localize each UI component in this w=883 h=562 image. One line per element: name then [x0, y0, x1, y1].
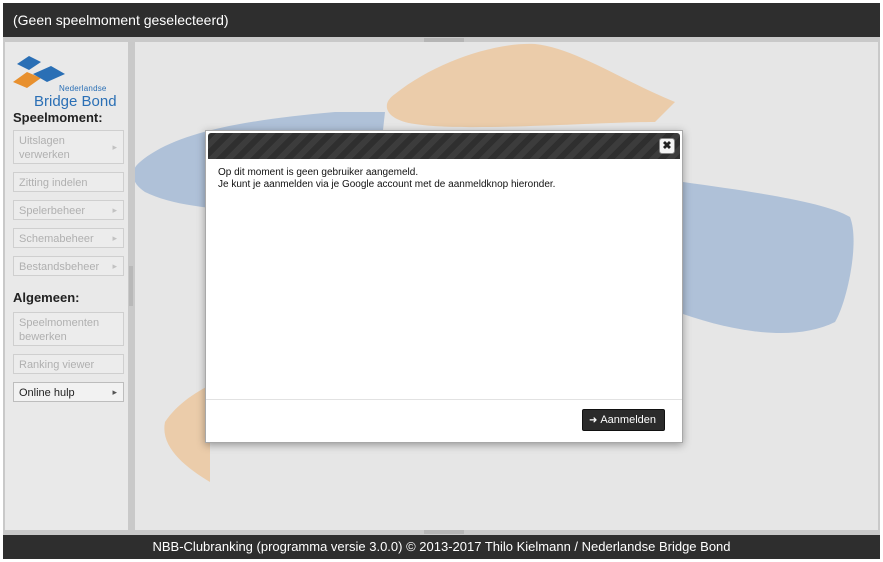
chevron-right-icon: ▸: [112, 205, 117, 215]
login-icon: ➜: [588, 415, 598, 426]
header-title: (Geen speelmoment geselecteerd): [13, 12, 229, 28]
nav-label: Speelmomenten bewerken: [19, 317, 100, 343]
section-heading-speelmoment: Speelmoment:: [13, 110, 103, 125]
nav-label: Uitslagen verwerken: [19, 135, 70, 161]
dialog-message-line1: Op dit moment is geen gebruiker aangemel…: [218, 167, 419, 178]
nav-label: Bestandsbeheer: [19, 261, 100, 273]
nav-speelmomenten-bewerken[interactable]: Speelmomenten bewerken: [13, 312, 124, 346]
nav-zitting-indelen[interactable]: Zitting indelen: [13, 172, 124, 192]
nav-label: Ranking viewer: [19, 359, 95, 371]
section-heading-algemeen: Algemeen:: [13, 290, 80, 305]
nav-label: Online hulp: [19, 387, 75, 399]
sidebar: Nederlandse Bridge Bond Speelmoment: Uit…: [5, 42, 128, 530]
login-button-label: Aanmelden: [600, 414, 656, 426]
nav-ranking-viewer[interactable]: Ranking viewer: [13, 354, 124, 374]
dialog-header[interactable]: ✖: [208, 133, 680, 159]
sidebar-splitter[interactable]: [129, 266, 133, 306]
chevron-right-icon: ▸: [112, 233, 117, 243]
dialog-message-line2: Je kunt je aanmelden via je Google accou…: [218, 179, 556, 190]
nbb-logo: Nederlandse Bridge Bond: [11, 52, 126, 110]
login-button[interactable]: ➜ Aanmelden: [581, 409, 665, 431]
chevron-right-icon: ▸: [112, 142, 117, 152]
footer-bar: NBB-Clubranking (programma versie 3.0.0)…: [3, 535, 880, 559]
bottom-panel-splitter[interactable]: [424, 530, 464, 534]
chevron-right-icon: ▸: [112, 387, 117, 397]
header-bar: (Geen speelmoment geselecteerd): [3, 3, 880, 37]
nav-label: Spelerbeheer: [19, 205, 86, 217]
logo-text-bridge-bond: Bridge Bond: [34, 93, 117, 110]
close-icon[interactable]: ✖: [659, 138, 675, 154]
nav-label: Schemabeheer: [19, 233, 94, 245]
dialog-divider: [206, 399, 682, 400]
nav-uitslagen-verwerken[interactable]: Uitslagen verwerken ▸: [13, 130, 124, 164]
nav-schemabeheer[interactable]: Schemabeheer ▸: [13, 228, 124, 248]
nav-spelerbeheer[interactable]: Spelerbeheer ▸: [13, 200, 124, 220]
chevron-right-icon: ▸: [112, 261, 117, 271]
login-dialog: ✖ Op dit moment is geen gebruiker aangem…: [205, 130, 683, 443]
nav-label: Zitting indelen: [19, 177, 88, 189]
dialog-message: Op dit moment is geen gebruiker aangemel…: [218, 167, 670, 191]
nav-bestandsbeheer[interactable]: Bestandsbeheer ▸: [13, 256, 124, 276]
footer-text: NBB-Clubranking (programma versie 3.0.0)…: [152, 539, 731, 554]
nav-online-hulp[interactable]: Online hulp ▸: [13, 382, 124, 402]
logo-text-nederlandse: Nederlandse: [59, 84, 107, 93]
